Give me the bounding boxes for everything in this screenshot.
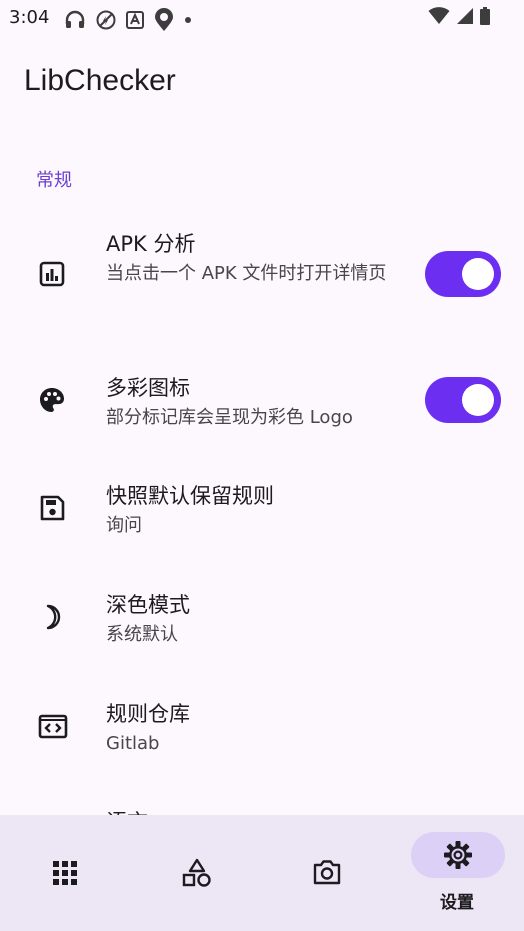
setting-title: 规则仓库 <box>106 702 190 726</box>
setting-apk-analysis[interactable]: APK 分析 当点击一个 APK 文件时打开详情页 <box>0 220 524 340</box>
switch-thumb <box>462 258 494 290</box>
headset-icon <box>65 10 85 28</box>
palette-icon <box>38 386 66 414</box>
setting-summary: 询问 <box>106 515 142 536</box>
setting-dark-mode[interactable]: 深色模式 系统默认 <box>0 581 524 665</box>
setting-title: 深色模式 <box>106 593 190 617</box>
status-time: 3:04 <box>9 7 50 28</box>
save-icon <box>38 494 66 522</box>
setting-title: APK 分析 <box>106 232 196 256</box>
colorful-icons-switch[interactable] <box>425 377 501 423</box>
setting-summary: 当点击一个 APK 文件时打开详情页 <box>106 263 387 284</box>
status-bar: 3:04 <box>0 0 524 36</box>
app-title: LibChecker <box>24 64 176 97</box>
nav-item-apps[interactable] <box>0 815 131 931</box>
app-notification-icon <box>126 11 144 29</box>
wifi-icon <box>428 7 450 24</box>
setting-title: 语言 <box>106 806 148 815</box>
setting-summary: Gitlab <box>106 733 160 754</box>
status-system-icons <box>428 7 490 25</box>
nav-item-snapshot[interactable] <box>262 815 393 931</box>
setting-rules-repository[interactable]: 规则仓库 Gitlab <box>0 690 524 774</box>
nav-item-library[interactable] <box>131 815 262 931</box>
switch-thumb <box>462 384 494 416</box>
setting-title: 多彩图标 <box>106 376 190 400</box>
bar-chart-doc-icon <box>38 260 66 288</box>
gear-icon <box>444 841 472 869</box>
more-notifications-icon <box>185 17 191 23</box>
setting-summary: 部分标记库会呈现为彩色 Logo <box>106 407 353 428</box>
setting-snapshot-keep-rule[interactable]: 快照默认保留规则 询问 <box>0 472 524 556</box>
camera-icon <box>313 860 341 885</box>
signal-icon <box>457 8 473 24</box>
status-notification-icons <box>64 8 192 32</box>
nav-item-settings[interactable] <box>393 815 524 931</box>
apps-grid-icon <box>53 861 77 885</box>
battery-icon <box>480 7 490 25</box>
setting-title: 快照默认保留规则 <box>106 484 274 508</box>
apk-analysis-switch[interactable] <box>425 251 501 297</box>
shapes-icon <box>182 858 211 887</box>
setting-language[interactable]: 语言 <box>0 798 524 815</box>
location-app-icon <box>155 8 173 31</box>
setting-summary: 系统默认 <box>106 624 178 645</box>
code-window-icon <box>38 712 68 740</box>
data-saver-icon <box>96 10 116 30</box>
moon-icon <box>38 603 66 631</box>
setting-colorful-icons[interactable]: 多彩图标 部分标记库会呈现为彩色 Logo <box>0 364 524 448</box>
section-header-general: 常规 <box>36 170 72 191</box>
nav-label-settings: 设置 <box>440 893 474 913</box>
